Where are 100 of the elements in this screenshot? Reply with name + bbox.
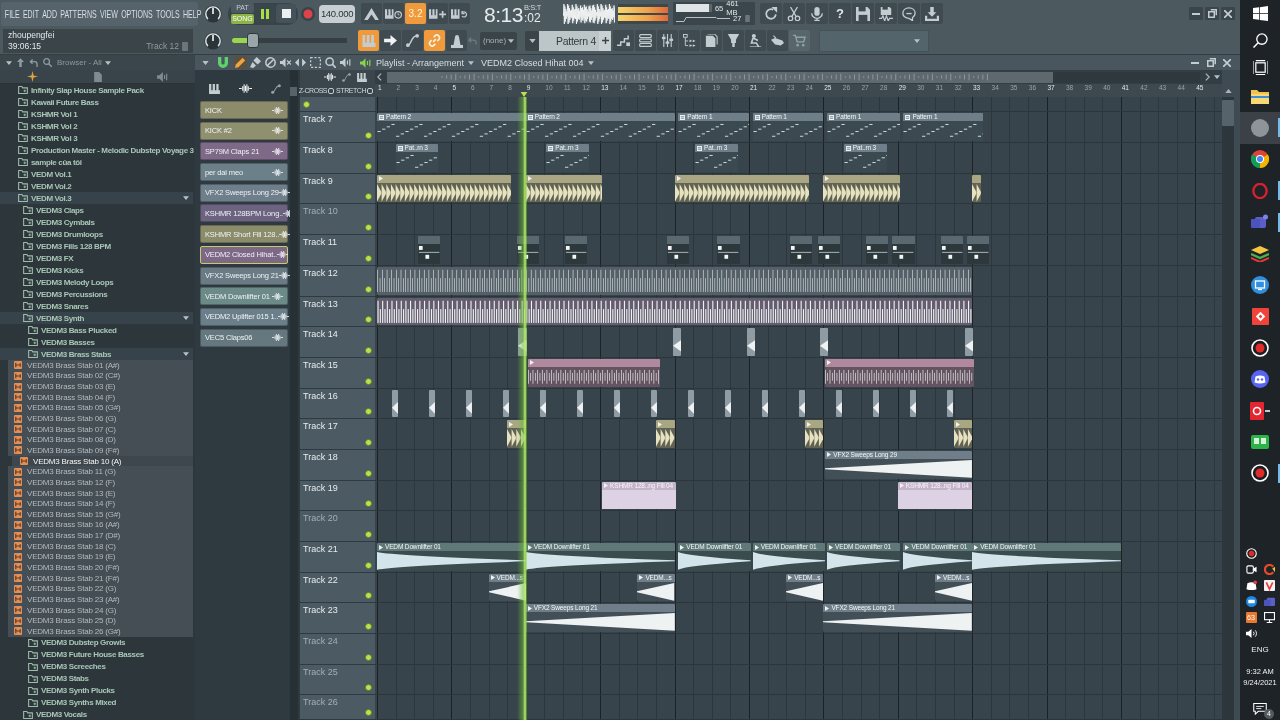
playlist-clip[interactable] xyxy=(502,389,509,418)
checkbox[interactable] xyxy=(367,87,373,94)
playlist-clip[interactable] xyxy=(972,174,981,203)
toggle-button[interactable] xyxy=(402,30,423,51)
playlist-clip[interactable] xyxy=(576,389,583,418)
playlist-clip[interactable] xyxy=(910,389,916,418)
toggle-button[interactable] xyxy=(427,3,448,24)
playlist-clip[interactable] xyxy=(518,328,527,356)
track-header[interactable]: Track 8 xyxy=(300,143,375,174)
track-switch-icon[interactable] xyxy=(365,254,372,262)
toolbar-button[interactable] xyxy=(701,30,722,51)
folder-item[interactable]: VEDM3 Kicks xyxy=(0,264,193,276)
record-button[interactable] xyxy=(301,6,315,21)
folder-item[interactable]: VEDM3 Brass Stabs xyxy=(0,348,193,360)
track-header[interactable]: Track 23 xyxy=(300,603,375,635)
playlist-clip[interactable] xyxy=(516,236,539,264)
track-switch-icon[interactable] xyxy=(365,500,372,508)
minimize-button[interactable] xyxy=(1189,7,1203,20)
playlist-clip[interactable] xyxy=(417,236,441,264)
playlist-clip[interactable] xyxy=(966,236,989,264)
menu-item[interactable]: ADD xyxy=(42,6,57,21)
toggle-button[interactable] xyxy=(446,30,467,51)
keys-icon[interactable] xyxy=(357,72,367,82)
close-button[interactable] xyxy=(1220,56,1234,69)
playlist-clip[interactable] xyxy=(762,389,768,418)
menu-item[interactable]: OPTIONS xyxy=(121,6,153,21)
playlist-clip[interactable] xyxy=(377,174,511,203)
playlist-clip[interactable] xyxy=(819,328,829,356)
toolbar-button[interactable] xyxy=(723,30,744,51)
playlist-clip[interactable] xyxy=(717,236,740,264)
folder-item[interactable]: VEDM3 Stabs xyxy=(0,672,193,685)
toolbar-button[interactable] xyxy=(657,30,678,51)
folder-item[interactable]: VEDM3 Synths Mixed xyxy=(0,696,193,709)
toolbar-button[interactable] xyxy=(783,3,805,24)
overview-scrollbar[interactable] xyxy=(386,71,1201,83)
playlist-clip[interactable] xyxy=(672,328,682,356)
people-tile-icon[interactable] xyxy=(1263,596,1275,607)
folder-item[interactable]: VEDM3 Snares xyxy=(0,300,193,312)
playlist-clip[interactable] xyxy=(564,236,588,264)
track-header[interactable]: Track 17 xyxy=(300,419,375,450)
folder-item[interactable]: KSHMR Vol 1 xyxy=(0,108,193,120)
record-circle-icon[interactable] xyxy=(1245,548,1257,559)
track-switch-icon[interactable] xyxy=(365,346,372,354)
playlist-clip[interactable] xyxy=(667,236,690,264)
restore-button[interactable] xyxy=(1205,7,1219,20)
toolbar-button[interactable] xyxy=(745,30,766,51)
playlist-clip[interactable] xyxy=(940,236,963,264)
playlist-clip[interactable] xyxy=(725,389,731,418)
menu-item[interactable]: HELP xyxy=(182,6,202,21)
playlist-clip[interactable] xyxy=(428,389,435,418)
toolbar-button[interactable] xyxy=(875,3,897,24)
scrollbar-thumb[interactable] xyxy=(1222,100,1234,126)
track-switch-icon[interactable] xyxy=(365,592,372,600)
caret-icon[interactable] xyxy=(202,60,209,65)
playlist-clip[interactable] xyxy=(747,328,756,356)
playlist-clip[interactable] xyxy=(465,389,472,418)
chat-bubble-icon[interactable] xyxy=(1245,596,1257,607)
stop-button[interactable] xyxy=(276,4,296,23)
track-header[interactable]: Track 9 xyxy=(300,173,375,205)
track-switch-icon[interactable] xyxy=(365,377,372,385)
playlist-clip[interactable] xyxy=(947,389,953,418)
track-header[interactable]: Track 12 xyxy=(300,265,375,297)
tool-button[interactable] xyxy=(264,56,277,69)
toolbar-button[interactable] xyxy=(760,3,782,24)
search-icon[interactable] xyxy=(43,58,52,67)
scrollbar-thumb[interactable] xyxy=(290,87,297,96)
track-switch-icon[interactable] xyxy=(365,709,372,716)
toggle-button[interactable] xyxy=(424,30,445,51)
menu-item[interactable]: PATTERNS xyxy=(60,6,97,21)
keys-icon[interactable] xyxy=(208,83,220,94)
track-header[interactable]: Track 19 xyxy=(300,480,375,512)
tool-button[interactable] xyxy=(234,56,247,69)
folder-item[interactable]: VEDM Vol.1 xyxy=(0,168,193,180)
folder-item[interactable]: VEDM Vol.2 xyxy=(0,180,193,192)
tempo-display[interactable]: 140.000 xyxy=(319,4,355,23)
playlist-clip[interactable] xyxy=(525,174,603,203)
toggle-button[interactable] xyxy=(449,3,470,24)
track-header[interactable]: Track 25 xyxy=(300,664,375,696)
checkbox[interactable] xyxy=(328,87,335,94)
track-switch-icon[interactable] xyxy=(365,438,372,446)
track-header[interactable]: Track 22 xyxy=(300,572,375,604)
playlist-clip[interactable] xyxy=(377,297,973,326)
track-switch-icon[interactable] xyxy=(365,132,372,140)
folder-item[interactable]: sample của tôi xyxy=(0,156,193,168)
playlist-clip[interactable] xyxy=(892,236,915,264)
slider-thumb[interactable] xyxy=(246,33,259,48)
toggle-button[interactable] xyxy=(383,3,404,24)
tool-button[interactable] xyxy=(279,56,292,69)
waveform-icon[interactable] xyxy=(238,84,252,93)
playlist-clip[interactable] xyxy=(817,236,841,264)
folder-item[interactable]: VEDM3 Vocals xyxy=(0,708,193,720)
folder-item[interactable]: Infinity Slap House Sample Pack xyxy=(0,84,193,96)
folder-item[interactable]: Kawaii Future Bass xyxy=(0,96,193,108)
folder-item[interactable]: Production Master - Melodic Dubstep Voyage 3 xyxy=(0,144,193,156)
folder-item[interactable]: VEDM3 Percussions xyxy=(0,288,193,300)
monitor-icon[interactable] xyxy=(1263,612,1275,623)
toolbar-button[interactable] xyxy=(767,30,788,51)
track-header[interactable]: Track 18 xyxy=(300,449,375,481)
toggle-button[interactable] xyxy=(361,3,382,24)
menu-item[interactable]: TOOLS xyxy=(156,6,180,21)
